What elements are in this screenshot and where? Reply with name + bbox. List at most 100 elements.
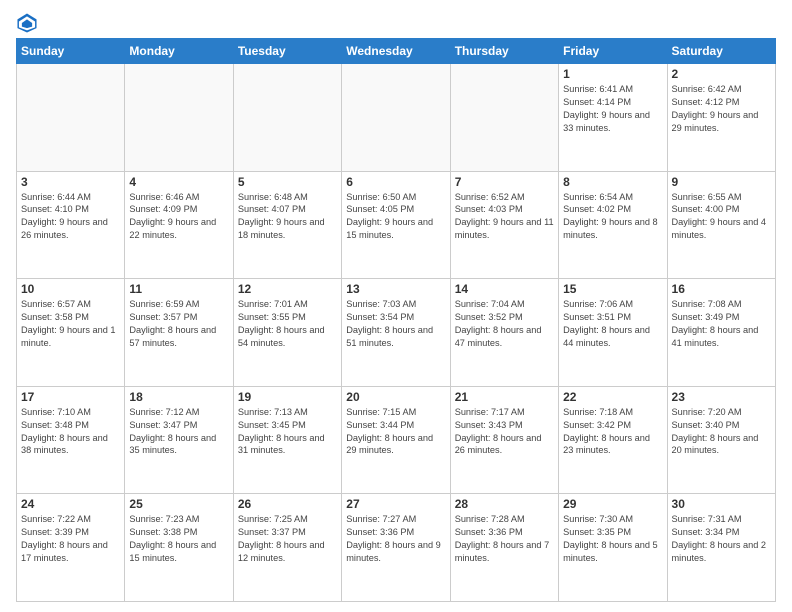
day-number: 25	[129, 497, 228, 511]
day-info: Sunrise: 6:42 AMSunset: 4:12 PMDaylight:…	[672, 83, 771, 135]
day-number: 6	[346, 175, 445, 189]
calendar-cell: 16Sunrise: 7:08 AMSunset: 3:49 PMDayligh…	[667, 279, 775, 387]
calendar-col-header: Monday	[125, 39, 233, 64]
calendar-col-header: Tuesday	[233, 39, 341, 64]
header	[16, 12, 776, 34]
day-number: 2	[672, 67, 771, 81]
day-info: Sunrise: 7:01 AMSunset: 3:55 PMDaylight:…	[238, 298, 337, 350]
day-info: Sunrise: 6:57 AMSunset: 3:58 PMDaylight:…	[21, 298, 120, 350]
calendar-col-header: Sunday	[17, 39, 125, 64]
day-number: 22	[563, 390, 662, 404]
calendar-cell	[17, 64, 125, 172]
calendar-cell: 25 Sunrise: 7:23 AMSunset: 3:38 PMDayligh…	[125, 494, 233, 602]
calendar-cell: 3Sunrise: 6:44 AMSunset: 4:10 PMDaylight…	[17, 171, 125, 279]
day-info: Sunrise: 7:22 AMSunset: 3:39 PMDaylight:…	[21, 513, 120, 565]
day-info: Sunrise: 7:18 AMSunset: 3:42 PMDaylight:…	[563, 406, 662, 458]
day-info: Sunrise: 7:20 AMSunset: 3:40 PMDaylight:…	[672, 406, 771, 458]
calendar-col-header: Friday	[559, 39, 667, 64]
day-info: Sunrise: 7:31 AMSunset: 3:34 PMDaylight:…	[672, 513, 771, 565]
day-number: 7	[455, 175, 554, 189]
day-info: Sunrise: 7:04 AMSunset: 3:52 PMDaylight:…	[455, 298, 554, 350]
calendar-cell	[342, 64, 450, 172]
calendar-cell: 14Sunrise: 7:04 AMSunset: 3:52 PMDayligh…	[450, 279, 558, 387]
calendar-cell	[125, 64, 233, 172]
calendar-cell	[450, 64, 558, 172]
calendar-cell: 21 Sunrise: 7:17 AMSunset: 3:43 PMDayligh…	[450, 386, 558, 494]
calendar-week-row: 1 Sunrise: 6:41 AMSunset: 4:14 PMDaylight…	[17, 64, 776, 172]
day-number: 20	[346, 390, 445, 404]
calendar-col-header: Saturday	[667, 39, 775, 64]
calendar-cell: 23 Sunrise: 7:20 AMSunset: 3:40 PMDayligh…	[667, 386, 775, 494]
calendar-cell: 12 Sunrise: 7:01 AMSunset: 3:55 PMDayligh…	[233, 279, 341, 387]
calendar-cell: 10 Sunrise: 6:57 AMSunset: 3:58 PMDayligh…	[17, 279, 125, 387]
day-number: 24	[21, 497, 120, 511]
day-number: 10	[21, 282, 120, 296]
day-number: 12	[238, 282, 337, 296]
day-number: 26	[238, 497, 337, 511]
day-info: Sunrise: 7:30 AMSunset: 3:35 PMDaylight:…	[563, 513, 662, 565]
calendar-cell: 4Sunrise: 6:46 AMSunset: 4:09 PMDaylight…	[125, 171, 233, 279]
calendar-cell	[233, 64, 341, 172]
day-info: Sunrise: 7:12 AMSunset: 3:47 PMDaylight:…	[129, 406, 228, 458]
day-info: Sunrise: 7:27 AMSunset: 3:36 PMDaylight:…	[346, 513, 445, 565]
day-info: Sunrise: 6:55 AMSunset: 4:00 PMDaylight:…	[672, 191, 771, 243]
day-number: 17	[21, 390, 120, 404]
calendar-cell: 26 Sunrise: 7:25 AMSunset: 3:37 PMDayligh…	[233, 494, 341, 602]
day-number: 27	[346, 497, 445, 511]
calendar-cell: 2 Sunrise: 6:42 AMSunset: 4:12 PMDaylight…	[667, 64, 775, 172]
calendar-cell: 9 Sunrise: 6:55 AMSunset: 4:00 PMDaylight…	[667, 171, 775, 279]
day-info: Sunrise: 6:59 AMSunset: 3:57 PMDaylight:…	[129, 298, 228, 350]
page: SundayMondayTuesdayWednesdayThursdayFrid…	[0, 0, 792, 612]
calendar-cell: 27 Sunrise: 7:27 AMSunset: 3:36 PMDayligh…	[342, 494, 450, 602]
calendar-week-row: 17 Sunrise: 7:10 AMSunset: 3:48 PMDayligh…	[17, 386, 776, 494]
day-info: Sunrise: 6:52 AMSunset: 4:03 PMDaylight:…	[455, 191, 554, 243]
day-info: Sunrise: 7:03 AMSunset: 3:54 PMDaylight:…	[346, 298, 445, 350]
calendar-cell: 19 Sunrise: 7:13 AMSunset: 3:45 PMDayligh…	[233, 386, 341, 494]
calendar-cell: 29 Sunrise: 7:30 AMSunset: 3:35 PMDayligh…	[559, 494, 667, 602]
day-number: 23	[672, 390, 771, 404]
calendar-cell: 28 Sunrise: 7:28 AMSunset: 3:36 PMDayligh…	[450, 494, 558, 602]
day-info: Sunrise: 7:28 AMSunset: 3:36 PMDaylight:…	[455, 513, 554, 565]
day-info: Sunrise: 7:17 AMSunset: 3:43 PMDaylight:…	[455, 406, 554, 458]
calendar-cell: 8 Sunrise: 6:54 AMSunset: 4:02 PMDaylight…	[559, 171, 667, 279]
calendar-cell: 18 Sunrise: 7:12 AMSunset: 3:47 PMDayligh…	[125, 386, 233, 494]
day-number: 19	[238, 390, 337, 404]
calendar-header-row: SundayMondayTuesdayWednesdayThursdayFrid…	[17, 39, 776, 64]
calendar-cell: 17 Sunrise: 7:10 AMSunset: 3:48 PMDayligh…	[17, 386, 125, 494]
day-info: Sunrise: 6:48 AMSunset: 4:07 PMDaylight:…	[238, 191, 337, 243]
day-number: 5	[238, 175, 337, 189]
day-number: 9	[672, 175, 771, 189]
day-info: Sunrise: 6:54 AMSunset: 4:02 PMDaylight:…	[563, 191, 662, 243]
day-number: 16	[672, 282, 771, 296]
calendar-cell: 5 Sunrise: 6:48 AMSunset: 4:07 PMDaylight…	[233, 171, 341, 279]
calendar-cell: 30 Sunrise: 7:31 AMSunset: 3:34 PMDayligh…	[667, 494, 775, 602]
calendar-col-header: Thursday	[450, 39, 558, 64]
calendar-cell: 24 Sunrise: 7:22 AMSunset: 3:39 PMDayligh…	[17, 494, 125, 602]
day-number: 1	[563, 67, 662, 81]
calendar-cell: 6 Sunrise: 6:50 AMSunset: 4:05 PMDaylight…	[342, 171, 450, 279]
calendar-week-row: 3Sunrise: 6:44 AMSunset: 4:10 PMDaylight…	[17, 171, 776, 279]
day-number: 13	[346, 282, 445, 296]
logo	[16, 12, 42, 34]
day-info: Sunrise: 6:50 AMSunset: 4:05 PMDaylight:…	[346, 191, 445, 243]
day-info: Sunrise: 7:15 AMSunset: 3:44 PMDaylight:…	[346, 406, 445, 458]
day-info: Sunrise: 7:23 AMSunset: 3:38 PMDaylight:…	[129, 513, 228, 565]
day-info: Sunrise: 7:25 AMSunset: 3:37 PMDaylight:…	[238, 513, 337, 565]
day-number: 21	[455, 390, 554, 404]
day-number: 18	[129, 390, 228, 404]
day-number: 30	[672, 497, 771, 511]
calendar-week-row: 24 Sunrise: 7:22 AMSunset: 3:39 PMDayligh…	[17, 494, 776, 602]
day-number: 11	[129, 282, 228, 296]
day-info: Sunrise: 6:41 AMSunset: 4:14 PMDaylight:…	[563, 83, 662, 135]
day-number: 29	[563, 497, 662, 511]
day-info: Sunrise: 7:06 AMSunset: 3:51 PMDaylight:…	[563, 298, 662, 350]
day-number: 15	[563, 282, 662, 296]
day-info: Sunrise: 7:10 AMSunset: 3:48 PMDaylight:…	[21, 406, 120, 458]
day-number: 8	[563, 175, 662, 189]
day-number: 28	[455, 497, 554, 511]
calendar-cell: 20 Sunrise: 7:15 AMSunset: 3:44 PMDayligh…	[342, 386, 450, 494]
calendar-cell: 22 Sunrise: 7:18 AMSunset: 3:42 PMDayligh…	[559, 386, 667, 494]
calendar-cell: 11 Sunrise: 6:59 AMSunset: 3:57 PMDayligh…	[125, 279, 233, 387]
day-info: Sunrise: 7:13 AMSunset: 3:45 PMDaylight:…	[238, 406, 337, 458]
calendar-week-row: 10 Sunrise: 6:57 AMSunset: 3:58 PMDayligh…	[17, 279, 776, 387]
